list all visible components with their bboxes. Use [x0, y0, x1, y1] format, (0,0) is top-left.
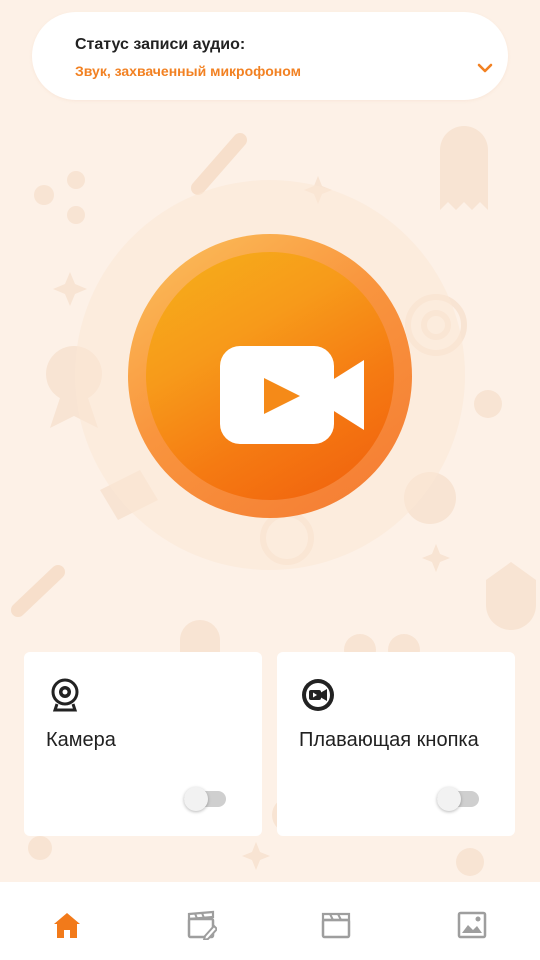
- camera-label: Камера: [46, 729, 116, 751]
- chevron-down-icon: [477, 63, 493, 73]
- video-camera-play-icon: [220, 346, 364, 444]
- floating-button-card[interactable]: Плавающая кнопка: [277, 652, 515, 836]
- record-button[interactable]: [128, 234, 412, 518]
- video-edit-icon[interactable]: [187, 910, 217, 940]
- webcam-icon: [51, 678, 79, 712]
- clapperboard-icon[interactable]: [321, 910, 351, 940]
- floating-button-label: Плавающая кнопка: [299, 729, 479, 751]
- bottom-navigation: [0, 882, 540, 960]
- camera-card[interactable]: Камера: [24, 652, 262, 836]
- image-icon[interactable]: [457, 910, 487, 940]
- floating-button-toggle-thumb: [437, 787, 461, 811]
- camera-toggle-thumb: [184, 787, 208, 811]
- floating-button-toggle[interactable]: [437, 787, 481, 811]
- record-button-inner: [146, 252, 394, 500]
- audio-status-value: Звук, захваченный микрофоном: [75, 63, 301, 79]
- audio-status-title: Статус записи аудио:: [75, 36, 246, 53]
- camera-toggle[interactable]: [184, 787, 228, 811]
- audio-status-dropdown[interactable]: Статус записи аудио: Звук, захваченный м…: [32, 12, 508, 100]
- home-icon[interactable]: [52, 910, 82, 940]
- video-camera-circle-icon: [302, 679, 334, 711]
